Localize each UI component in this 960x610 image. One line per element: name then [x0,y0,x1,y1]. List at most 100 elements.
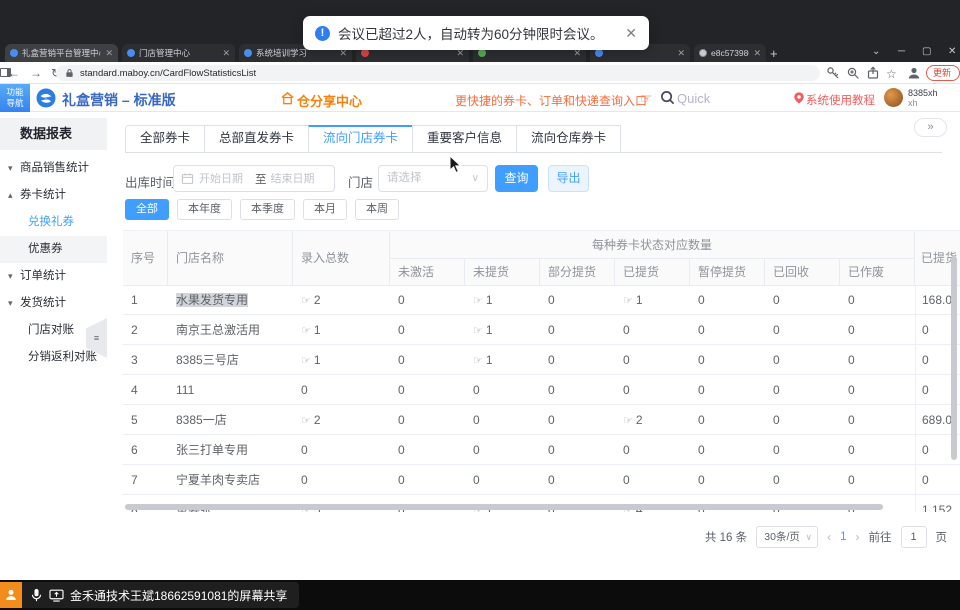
hand-pointer-icon: ☞ [301,295,311,307]
chevron-down-icon: ∨ [472,166,479,191]
subcol-header: 未激活 [390,259,465,286]
quick-search-label[interactable]: Quick [677,91,710,106]
tab-总部直发券卡[interactable]: 总部直发券卡 [204,125,309,153]
tab-流向门店券卡[interactable]: 流向门店券卡 [308,125,413,153]
tab-search-chevron-icon[interactable]: ⌄ [872,46,880,57]
share-icon[interactable] [866,66,880,80]
quick-search-icon[interactable] [660,90,675,105]
prev-page-button[interactable]: ‹ [827,530,831,544]
app-header: 功能 导航 礼盒营销 – 标准版 仓分享中心 更快捷的券卡、订单和快递查询入口 … [0,84,960,112]
function-nav-button[interactable]: 功能 导航 [0,84,30,112]
sidebar-item-label: 优惠券 [28,236,63,263]
status-cell: 0 [840,315,915,344]
tab-close-icon[interactable]: ✕ [222,48,230,59]
tab-全部券卡[interactable]: 全部券卡 [125,125,205,153]
browser-tab[interactable]: 门店管理中心✕ [122,44,235,62]
close-button[interactable]: ✕ [948,46,956,57]
date-range-input[interactable]: 至 [173,165,335,192]
status-cell: 0 [840,435,915,464]
page-size-select[interactable]: 30条/页 ∨ [756,526,818,548]
red-favicon-icon [361,49,369,57]
user-avatar[interactable] [884,88,903,107]
quick-filter-button[interactable]: 本周 [355,199,399,220]
horizontal-scrollbar[interactable] [125,504,883,510]
tab-close-icon[interactable]: ✕ [677,48,685,59]
app-title: 礼盒营销 – 标准版 [62,90,176,110]
sidebar-item-4[interactable]: 优惠券 [0,236,107,263]
browser-tab[interactable]: e8c573980b1328a258fd2e6✕ [694,44,766,62]
tab-close-icon[interactable]: ✕ [105,48,113,59]
forward-icon[interactable]: → [30,65,42,81]
share-center-link[interactable]: 仓分享中心 [297,91,362,110]
sidebar-item-6[interactable]: ▾发货统计 [0,290,107,317]
sidebar-item-label: 商品销售统计 [20,155,89,182]
hand-pointer-icon: ☞ [301,355,311,367]
store-name: 8385三号店 [176,353,239,367]
status-cell[interactable]: ☞1 [465,345,540,374]
sidebar-item-label: 分销返利对账 [28,344,97,371]
status-cell: 0 [765,375,840,404]
status-cell: 0 [390,405,465,434]
sidebar-item-label: 券卡统计 [20,182,66,209]
status-cell[interactable]: ☞1 [465,315,540,344]
sidebar-item-5[interactable]: ▾订单统计 [0,263,107,290]
quick-filter-button[interactable]: 全部 [125,199,169,220]
row-number: 6 [123,435,168,464]
tree-arrow-icon[interactable]: ▴ [8,182,13,209]
info-icon: ! [315,26,330,41]
bookmark-star-icon[interactable]: ☆ [886,66,897,82]
side-panel-icon[interactable] [0,68,11,77]
quick-filter-button[interactable]: 本月 [303,199,347,220]
address-bar[interactable]: standard.maboy.cn/CardFlowStatisticsList [56,65,820,81]
end-date-input[interactable] [271,173,323,185]
sidebar-item-1[interactable]: ▾ 商品销售统计 [0,155,107,182]
tree-arrow-icon[interactable]: ▾ [8,263,13,290]
minimize-button[interactable]: ─ [898,46,905,57]
start-date-input[interactable] [199,173,251,185]
microphone-icon [30,588,43,603]
sidebar-item-3[interactable]: 兑换礼券 [0,209,107,236]
total-cell[interactable]: ☞1 [293,345,390,374]
profile-icon[interactable] [907,66,921,80]
total-cell[interactable]: ☞2 [293,285,390,314]
sidebar-item-2[interactable]: ▴ 券卡统计 [0,182,107,209]
total-count: 共 16 条 [705,529,747,545]
maximize-button[interactable]: ▢ [922,46,931,57]
tree-arrow-icon[interactable]: ▾ [8,155,13,182]
store-select[interactable]: 请选择 ∨ [378,165,488,192]
table-row: 38385三号店☞10☞1000000 [123,345,960,375]
current-page[interactable]: 1 [840,531,846,543]
subcol-header: 暂停提货 [690,259,765,286]
status-cell: 0 [540,345,615,374]
zoom-icon[interactable] [846,66,860,80]
status-cell[interactable]: ☞2 [615,405,690,434]
export-button[interactable]: 导出 [548,165,589,192]
tab-流向仓库券卡[interactable]: 流向仓库券卡 [516,125,621,153]
tab-close-icon[interactable]: ✕ [753,48,761,59]
vertical-scrollbar[interactable] [951,256,957,460]
page-unit-label: 页 [936,529,948,545]
quick-filter-button[interactable]: 本年度 [177,199,232,220]
tab-重要客户信息[interactable]: 重要客户信息 [412,125,517,153]
key-icon[interactable] [826,66,840,80]
search-button[interactable]: 查询 [495,165,538,192]
status-cell: 0 [390,315,465,344]
status-cell[interactable]: ☞1 [615,285,690,314]
quick-filter-button[interactable]: 本季度 [240,199,295,220]
next-page-button[interactable]: › [856,530,860,544]
browser-tab[interactable]: 礼盒营销平台管理中心✕ [5,44,118,62]
status-cell[interactable]: ☞1 [465,285,540,314]
total-cell[interactable]: ☞1 [293,315,390,344]
new-tab-button[interactable]: + [770,46,778,61]
tree-arrow-icon[interactable]: ▾ [8,290,13,317]
notification-close-icon[interactable]: ✕ [625,25,637,42]
status-cell: 0 [390,375,465,404]
tutorial-link[interactable]: 系统使用教程 [806,92,875,108]
row-number: 2 [123,315,168,344]
status-cell: 0 [690,465,765,494]
col-group: 每种券卡状态对应数量 [390,231,915,259]
total-cell[interactable]: ☞2 [293,405,390,434]
goto-page-input[interactable] [901,526,927,548]
browser-update-button[interactable]: 更新 ! [926,65,960,81]
user-name: 8385xh xh [908,88,938,108]
